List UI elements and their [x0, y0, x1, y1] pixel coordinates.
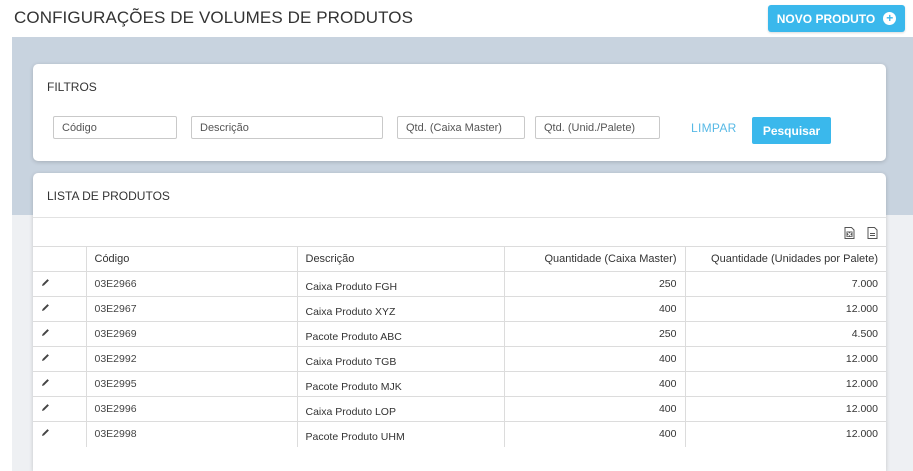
- caixa-master-cell: 400: [503, 371, 685, 397]
- products-table: Código Descrição Quantidade (Caixa Maste…: [33, 246, 886, 447]
- codigo-cell: 03E2967: [85, 296, 297, 322]
- codigo-cell: 03E2998: [85, 421, 297, 447]
- descricao-cell: Pacote Produto ABC: [296, 321, 504, 347]
- search-button[interactable]: Pesquisar: [752, 117, 831, 144]
- table-row: 03E2969 Pacote Produto ABC 250 4.500: [33, 321, 886, 347]
- descricao-text: Caixa Produto XYZ: [305, 306, 396, 318]
- codigo-cell: 03E2995: [85, 371, 297, 397]
- palete-cell: 12.000: [684, 421, 886, 447]
- caixa-master-cell: 250: [503, 271, 685, 297]
- table-row: 03E2992 Caixa Produto TGB 400 12.000: [33, 346, 886, 372]
- palete-cell: 12.000: [684, 396, 886, 422]
- caixa-master-cell: 400: [503, 346, 685, 372]
- page-title: CONFIGURAÇÕES DE VOLUMES DE PRODUTOS: [14, 8, 414, 27]
- new-product-button[interactable]: NOVO PRODUTO +: [768, 5, 905, 32]
- codigo-input[interactable]: [53, 116, 177, 139]
- descricao-cell: Caixa Produto LOP: [296, 396, 504, 422]
- palete-cell: 12.000: [684, 371, 886, 397]
- descricao-cell: Pacote Produto MJK: [296, 371, 504, 397]
- descricao-cell: Caixa Produto XYZ: [296, 296, 504, 322]
- descricao-text: Caixa Produto TGB: [305, 356, 397, 368]
- list-title: LISTA DE PRODUTOS: [47, 189, 170, 203]
- codigo-cell: 03E2996: [85, 396, 297, 422]
- table-row: 03E2995 Pacote Produto MJK 400 12.000: [33, 371, 886, 397]
- descricao-text: Pacote Produto MJK: [305, 381, 402, 393]
- filters-title: FILTROS: [47, 80, 97, 94]
- descricao-input[interactable]: [191, 116, 383, 139]
- products-list-card: LISTA DE PRODUTOS Código Descrição Quant…: [33, 173, 886, 471]
- top-bar: CONFIGURAÇÕES DE VOLUMES DE PRODUTOS NOV…: [0, 0, 913, 37]
- excel-export-icon[interactable]: [844, 226, 855, 244]
- caixa-master-cell: 400: [503, 296, 685, 322]
- palete-cell: 12.000: [684, 296, 886, 322]
- edit-icon[interactable]: [33, 321, 86, 347]
- export-toolbar: [844, 226, 878, 244]
- palete-cell: 7.000: [684, 271, 886, 297]
- descricao-text: Pacote Produto ABC: [305, 331, 402, 343]
- descricao-text: Caixa Produto LOP: [305, 406, 396, 418]
- edit-icon[interactable]: [33, 371, 86, 397]
- codigo-cell: 03E2969: [85, 321, 297, 347]
- descricao-text: Caixa Produto FGH: [305, 281, 398, 293]
- descricao-cell: Caixa Produto TGB: [296, 346, 504, 372]
- actions-column-header: [33, 246, 86, 272]
- edit-icon[interactable]: [33, 396, 86, 422]
- caixa-master-cell: 250: [503, 321, 685, 347]
- edit-icon[interactable]: [33, 421, 86, 447]
- table-row: 03E2996 Caixa Produto LOP 400 12.000: [33, 396, 886, 422]
- descricao-cell: Caixa Produto FGH: [296, 271, 504, 297]
- edit-icon[interactable]: [33, 296, 86, 322]
- table-row: 03E2998 Pacote Produto UHM 400 12.000: [33, 421, 886, 447]
- pdf-export-icon[interactable]: [867, 226, 878, 244]
- palete-cell: 4.500: [684, 321, 886, 347]
- filters-card: FILTROS LIMPAR Pesquisar: [33, 64, 886, 161]
- divider: [33, 217, 886, 218]
- table-header-row: Código Descrição Quantidade (Caixa Maste…: [33, 246, 886, 272]
- plus-circle-icon: +: [883, 12, 897, 25]
- clear-button[interactable]: LIMPAR: [691, 121, 737, 135]
- codigo-cell: 03E2992: [85, 346, 297, 372]
- table-row: 03E2966 Caixa Produto FGH 250 7.000: [33, 271, 886, 297]
- codigo-column-header[interactable]: Código: [85, 246, 297, 272]
- descricao-cell: Pacote Produto UHM: [296, 421, 504, 447]
- table-row: 03E2967 Caixa Produto XYZ 400 12.000: [33, 296, 886, 322]
- palete-column-header[interactable]: Quantidade (Unidades por Palete): [684, 246, 886, 272]
- caixa-master-cell: 400: [503, 421, 685, 447]
- new-product-label: NOVO PRODUTO: [776, 11, 876, 26]
- caixa-master-input[interactable]: [397, 116, 525, 139]
- palete-input[interactable]: [535, 116, 660, 139]
- descricao-text: Pacote Produto UHM: [305, 431, 405, 444]
- codigo-cell: 03E2966: [85, 271, 297, 297]
- caixa-master-cell: 400: [503, 396, 685, 422]
- palete-cell: 12.000: [684, 346, 886, 372]
- edit-icon[interactable]: [33, 346, 86, 372]
- edit-icon[interactable]: [33, 271, 86, 297]
- caixa-master-column-header[interactable]: Quantidade (Caixa Master): [503, 246, 685, 272]
- descricao-column-header[interactable]: Descrição: [296, 246, 504, 272]
